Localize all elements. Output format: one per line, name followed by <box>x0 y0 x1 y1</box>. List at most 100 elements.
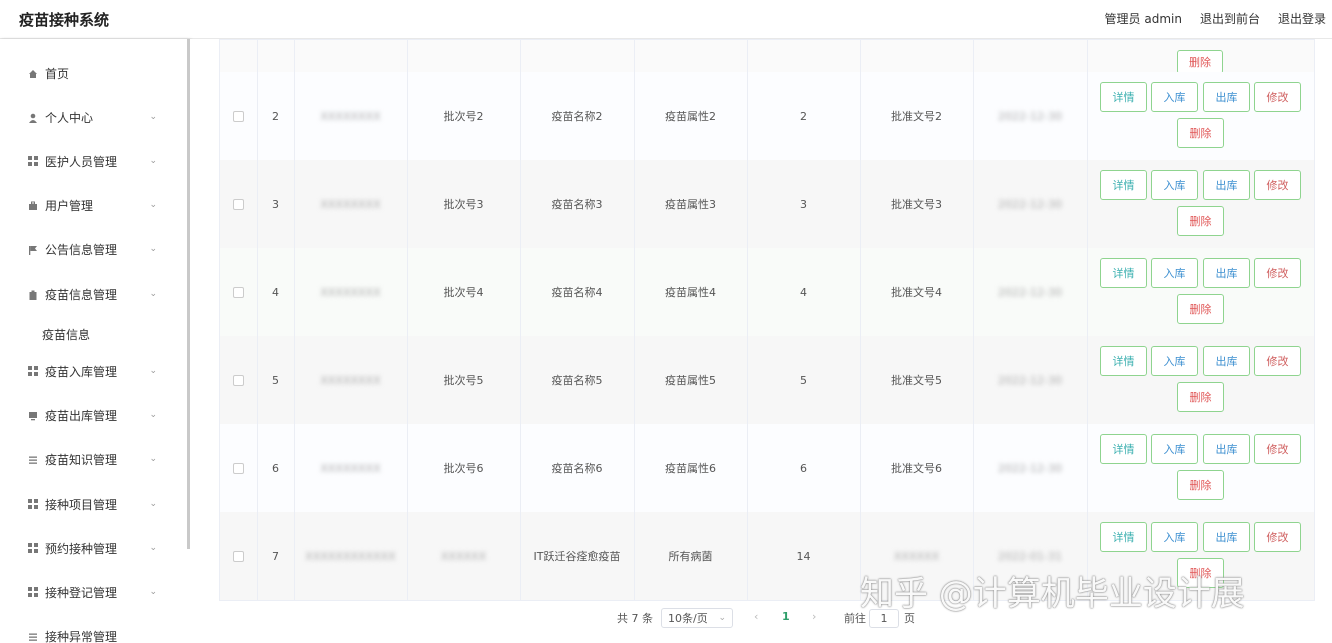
page-size-select[interactable]: 10条/页 ⌄ <box>661 608 733 628</box>
batch-number-cell: XXXXXX <box>407 512 521 600</box>
stock-in-button[interactable]: 入库 <box>1151 434 1198 464</box>
stock-out-button[interactable]: 出库 <box>1203 170 1250 200</box>
stock-in-button[interactable]: 入库 <box>1151 522 1198 552</box>
sidebar-item-vaccine-knowledge[interactable]: 疫苗知识管理 ⌄ <box>0 444 185 474</box>
exit-to-front-link[interactable]: 退出到前台 <box>1200 10 1260 27</box>
grid-icon <box>28 543 38 553</box>
row-index-cell: 5 <box>257 336 295 424</box>
edit-button[interactable]: 修改 <box>1254 346 1301 376</box>
date-cell: 2022-12-30 <box>973 160 1088 248</box>
row-checkbox-cell[interactable] <box>220 424 258 512</box>
delete-button[interactable]: 删除 <box>1177 50 1223 74</box>
stock-out-button[interactable]: 出库 <box>1203 434 1250 464</box>
detail-button[interactable]: 详情 <box>1100 346 1147 376</box>
stock-out-button[interactable]: 出库 <box>1203 346 1250 376</box>
stock-in-button[interactable]: 入库 <box>1151 170 1198 200</box>
approval-number: 批准文号4 <box>891 286 942 299</box>
sidebar-item-label: 疫苗信息管理 <box>45 287 118 302</box>
chevron-down-icon: ⌄ <box>149 112 157 122</box>
batch-number: 批次号6 <box>443 462 484 475</box>
stock-in-button[interactable]: 入库 <box>1151 258 1198 288</box>
sidebar-subitem-vaccine-info[interactable]: 疫苗信息 <box>42 326 90 343</box>
edit-button[interactable]: 修改 <box>1254 522 1301 552</box>
stock-in-button[interactable]: 入库 <box>1151 346 1198 376</box>
row-checkbox[interactable] <box>233 462 244 474</box>
vaccine-name-cell: 疫苗名称3 <box>520 160 635 248</box>
row-checkbox[interactable] <box>233 286 244 298</box>
vaccine-code-cell: XXXXXXXX <box>294 336 408 424</box>
row-checkbox[interactable] <box>233 110 244 122</box>
chevron-down-icon: ⌄ <box>149 156 157 166</box>
quantity-cell: 4 <box>747 248 861 336</box>
quantity-cell: 2 <box>747 72 861 160</box>
sidebar-item-home[interactable]: 首页 <box>0 58 185 88</box>
vaccine-attribute: 疫苗属性3 <box>665 198 716 211</box>
sidebar-item-vaccine-stock-in[interactable]: 疫苗入库管理 ⌄ <box>0 356 185 386</box>
stock-in-button[interactable]: 入库 <box>1151 82 1198 112</box>
row-checkbox[interactable] <box>233 198 244 210</box>
approval-number: XXXXXX <box>893 549 940 563</box>
vaccine-attribute-cell: 疫苗属性6 <box>634 424 748 512</box>
row-checkbox[interactable] <box>233 374 244 386</box>
approval-number: 批准文号6 <box>891 462 942 475</box>
sidebar-item-personal-center[interactable]: 个人中心 ⌄ <box>0 102 185 132</box>
vaccine-attribute: 疫苗属性5 <box>665 374 716 387</box>
sidebar-item-users[interactable]: 用户管理 ⌄ <box>0 190 185 220</box>
edit-button[interactable]: 修改 <box>1254 434 1301 464</box>
row-checkbox-cell[interactable] <box>220 336 258 424</box>
detail-button[interactable]: 详情 <box>1100 170 1147 200</box>
delete-button[interactable]: 删除 <box>1177 118 1224 148</box>
delete-button[interactable]: 删除 <box>1177 294 1224 324</box>
detail-button[interactable]: 详情 <box>1100 82 1147 112</box>
sidebar-item-vaccination-projects[interactable]: 接种项目管理 ⌄ <box>0 489 185 519</box>
list-icon <box>28 631 38 641</box>
vaccine-name: IT跃迁谷痊愈疫苗 <box>533 550 621 563</box>
stock-out-button[interactable]: 出库 <box>1203 258 1250 288</box>
sidebar-item-vaccine-stock-out[interactable]: 疫苗出库管理 ⌄ <box>0 400 185 430</box>
edit-button[interactable]: 修改 <box>1254 258 1301 288</box>
chevron-down-icon: ⌄ <box>149 366 157 376</box>
vaccine-attribute-cell: 疫苗属性3 <box>634 160 748 248</box>
page-number-current[interactable]: 1 <box>782 610 790 623</box>
detail-button[interactable]: 详情 <box>1100 258 1147 288</box>
vaccine-name-cell: 疫苗名称6 <box>520 424 635 512</box>
row-checkbox[interactable] <box>233 550 244 562</box>
date: 2022-12-30 <box>998 461 1062 475</box>
date-cell: 2022-12-30 <box>973 248 1088 336</box>
next-page-icon[interactable]: › <box>812 610 816 623</box>
quantity: 3 <box>800 197 807 211</box>
delete-button[interactable]: 删除 <box>1177 206 1224 236</box>
sidebar-item-label: 个人中心 <box>45 110 94 125</box>
sidebar-item-label: 疫苗入库管理 <box>45 364 118 379</box>
stock-out-button[interactable]: 出库 <box>1203 82 1250 112</box>
row-index: 5 <box>272 373 279 387</box>
quantity-cell: 3 <box>747 160 861 248</box>
table-row: 2 XXXXXXXX 批次号2 疫苗名称2 疫苗属性2 2 批准文号2 2022-12-30 详… <box>220 72 1314 161</box>
logout-link[interactable]: 退出登录 <box>1278 10 1326 27</box>
date: 2022-12-30 <box>998 285 1062 299</box>
sidebar-item-label: 接种异常管理 <box>45 629 118 643</box>
sidebar-item-vaccine-info[interactable]: 疫苗信息管理 ⌄ <box>0 279 185 309</box>
delete-button[interactable]: 删除 <box>1177 470 1224 500</box>
delete-button[interactable]: 删除 <box>1177 382 1224 412</box>
detail-button[interactable]: 详情 <box>1100 522 1147 552</box>
sidebar-item-announcements[interactable]: 公告信息管理 ⌄ <box>0 234 185 264</box>
stock-out-button[interactable]: 出库 <box>1203 522 1250 552</box>
vaccine-name-cell: 疫苗名称4 <box>520 248 635 336</box>
row-checkbox-cell[interactable] <box>220 248 258 336</box>
monitor-icon <box>28 410 38 421</box>
row-index-cell: 4 <box>257 248 295 336</box>
chevron-down-icon: ⌄ <box>149 454 157 464</box>
sidebar-item-registration[interactable]: 接种登记管理 ⌄ <box>0 577 185 607</box>
detail-button[interactable]: 详情 <box>1100 434 1147 464</box>
sidebar-item-appointments[interactable]: 预约接种管理 ⌄ <box>0 533 185 563</box>
row-checkbox-cell[interactable] <box>220 72 258 160</box>
row-checkbox-cell[interactable] <box>220 160 258 248</box>
vaccine-name-cell: 疫苗名称2 <box>520 72 635 160</box>
edit-button[interactable]: 修改 <box>1254 170 1301 200</box>
sidebar-item-medical-staff[interactable]: 医护人员管理 ⌄ <box>0 146 185 176</box>
edit-button[interactable]: 修改 <box>1254 82 1301 112</box>
sidebar-item-anomalies[interactable]: 接种异常管理 <box>0 621 185 643</box>
prev-page-icon[interactable]: ‹ <box>754 610 758 623</box>
row-checkbox-cell[interactable] <box>220 512 258 600</box>
